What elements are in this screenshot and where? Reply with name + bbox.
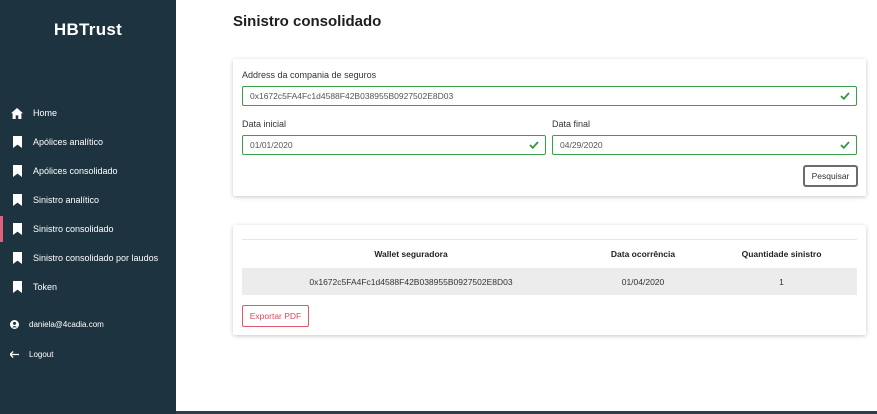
sidebar-item-apolices-consolidado[interactable]: Apólices consolidado [0,158,176,184]
column-header-date: Data ocorrência [610,249,676,259]
results-table: Wallet seguradora Data ocorrência Quanti… [242,239,857,295]
sidebar-user[interactable]: daniela@4cadia.com [0,314,176,334]
address-input[interactable]: 0x1672c5FA4Fc1d4588F42B038955B0927502E8D… [242,86,857,106]
sidebar-item-apolices-analitico[interactable]: Apólices analítico [0,129,176,155]
sidebar-item-sinistro-consolidado[interactable]: Sinistro consolidado [0,216,179,242]
sidebar: HBTrust Home Apólices analítico Apólices… [0,0,176,414]
home-icon [10,106,24,120]
sidebar-item-label: Token [33,282,58,292]
start-date-value: 01/01/2020 [250,140,293,150]
cell-wallet: 0x1672c5FA4Fc1d4588F42B038955B0927502E8D… [309,276,513,287]
column-header-quantity: Quantidade sinistro [741,249,822,259]
sidebar-item-label: Apólices analítico [33,137,104,147]
sidebar-item-sinistro-analitico[interactable]: Sinistro analítico [0,187,176,213]
app-logo: HBTrust [53,20,123,39]
search-button[interactable]: Pesquisar [803,165,858,187]
column-header-wallet: Wallet seguradora [374,249,448,259]
page-title: Sinistro consolidado [233,13,382,30]
sidebar-item-label: Sinistro consolidado por laudos [33,253,159,263]
cell-quantity: 1 [779,276,784,287]
end-date-value: 04/29/2020 [560,140,603,150]
end-date-label: Data final [552,119,591,129]
address-value: 0x1672c5FA4Fc1d4588F42B038955B0927502E8D… [250,91,454,101]
export-pdf-button[interactable]: Exportar PDF [242,305,309,327]
address-label: Address da compania de seguros [242,70,377,80]
logout-link[interactable]: Logout [0,344,176,364]
arrow-left-icon [9,349,19,359]
check-icon [839,90,851,102]
bookmark-icon [10,164,24,178]
check-icon [528,139,540,151]
start-date-input[interactable]: 01/01/2020 [242,135,546,155]
user-circle-icon [9,319,19,329]
results-card: Wallet seguradora Data ocorrência Quanti… [233,225,866,335]
search-card: Address da compania de seguros 0x1672c5F… [233,59,866,196]
bookmark-icon [10,135,24,149]
sidebar-item-sinistro-consolidado-laudos[interactable]: Sinistro consolidado por laudos [0,245,176,271]
end-date-input[interactable]: 04/29/2020 [552,135,857,155]
start-date-label: Data inicial [242,119,287,129]
sidebar-item-label: Home [33,108,58,118]
bookmark-icon [10,251,24,265]
sidebar-item-label: Sinistro consolidado [33,224,114,234]
bookmark-icon [10,222,24,236]
table-header: Wallet seguradora Data ocorrência Quanti… [242,239,857,268]
check-icon [839,139,851,151]
bookmark-icon [10,280,24,294]
bookmark-icon [10,193,24,207]
sidebar-item-label: Sinistro analítico [33,195,100,205]
cell-date: 01/04/2020 [621,276,665,287]
sidebar-item-home[interactable]: Home [0,100,176,126]
user-email: daniela@4cadia.com [29,319,104,329]
logout-label: Logout [29,349,54,359]
table-row: 0x1672c5FA4Fc1d4588F42B038955B0927502E8D… [242,268,857,295]
sidebar-item-label: Apólices consolidado [33,166,118,176]
sidebar-item-token[interactable]: Token [0,274,176,300]
